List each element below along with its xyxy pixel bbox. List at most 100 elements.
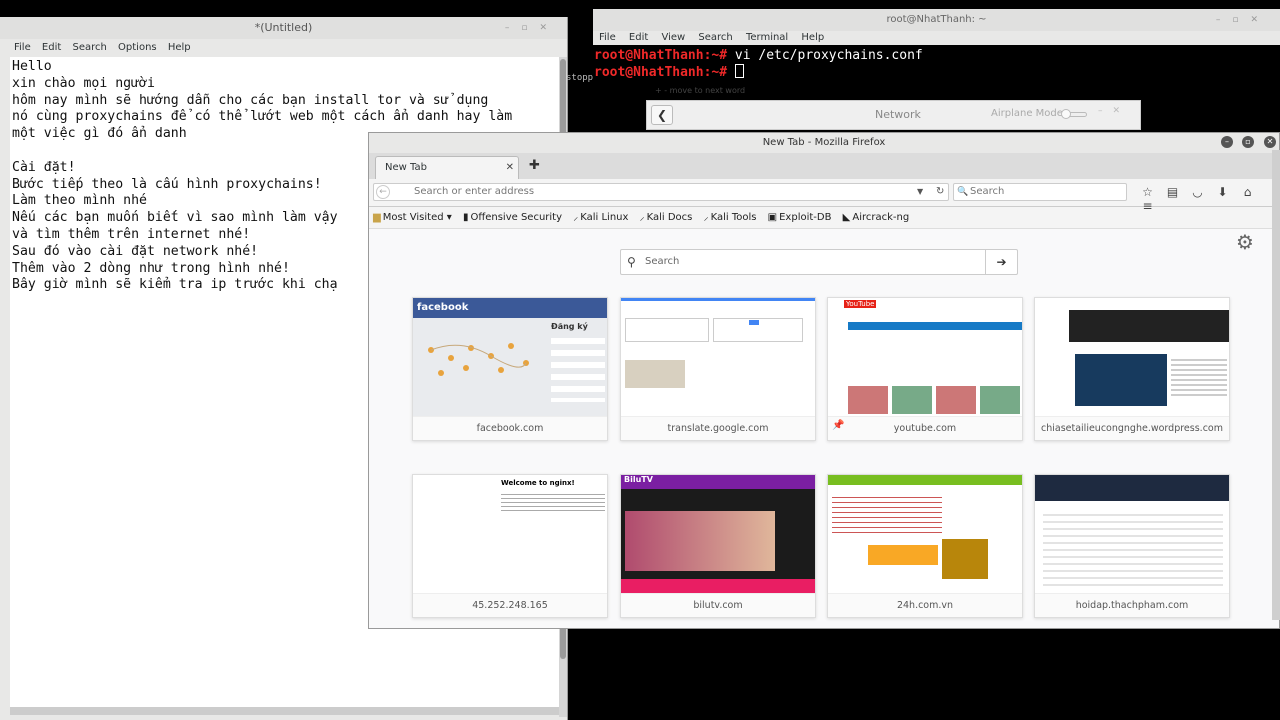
terminal-line: root@NhatThanh:~# xyxy=(594,64,1280,81)
maximize-icon[interactable]: ▫ xyxy=(1242,136,1254,148)
firefox-window: New Tab - Mozilla Firefox – ▫ ✕ New Tab … xyxy=(368,132,1280,629)
pocket-icon[interactable]: ◡ xyxy=(1185,185,1210,199)
tile-label: 45.252.248.165 xyxy=(413,593,607,617)
top-site-tile[interactable]: YouTube youtube.com 📌 xyxy=(827,297,1023,441)
window-controls[interactable]: –✕ xyxy=(1098,106,1130,116)
pencil-image xyxy=(625,360,685,388)
search-icon: 🔍 xyxy=(957,187,969,197)
weather-banner xyxy=(868,545,938,565)
minimize-icon[interactable]: – xyxy=(1221,136,1233,148)
newtab-search-input[interactable]: ⚲ Search ➔ xyxy=(620,249,1018,275)
article-image xyxy=(1075,354,1167,406)
code-banner xyxy=(1069,310,1229,342)
menu-terminal[interactable]: Terminal xyxy=(746,32,788,43)
site-thumbnail xyxy=(1035,475,1229,593)
editor-horizontal-scrollbar[interactable] xyxy=(10,707,559,715)
offsec-icon: ▮ xyxy=(462,212,469,223)
bookmark-kali-tools[interactable]: ⸝ Kali Tools xyxy=(704,212,757,223)
site-header-bar xyxy=(828,475,1022,485)
window-controls[interactable]: –▫✕ xyxy=(505,17,559,39)
bookmark-aircrack-ng[interactable]: ◣ Aircrack-ng xyxy=(843,212,910,223)
kali-icon: ⸝ xyxy=(703,212,709,223)
world-map-graphic xyxy=(428,343,529,376)
site-thumbnail: facebook Đăng ký xyxy=(413,298,607,416)
terminal-titlebar[interactable]: root@NhatThanh: ~ –▫✕ xyxy=(593,9,1280,31)
menu-search[interactable]: Search xyxy=(698,32,732,43)
toolbar-icons: ☆ ▤ ◡ ⬇ ⌂ ≡ xyxy=(1135,185,1279,213)
tab-new-tab[interactable]: New Tab ✕ xyxy=(375,156,519,179)
youtube-logo: YouTube xyxy=(844,300,877,308)
menu-search[interactable]: Search xyxy=(72,42,106,53)
window-controls[interactable]: –▫✕ xyxy=(1216,9,1270,31)
new-tab-button[interactable]: ✚ xyxy=(529,158,540,173)
tile-label: youtube.com xyxy=(828,416,1022,440)
close-icon[interactable]: ✕ xyxy=(1264,136,1276,148)
bookmark-exploit-db[interactable]: ▣ Exploit-DB xyxy=(768,212,832,223)
newtab-search-placeholder: Search xyxy=(645,256,680,267)
top-site-tile[interactable]: translate.google.com xyxy=(620,297,816,441)
top-site-tile[interactable]: BiluTV bilutv.com xyxy=(620,474,816,618)
top-site-tile[interactable]: facebook Đăng ký facebook.com xyxy=(412,297,608,441)
terminal-output[interactable]: root@NhatThanh:~# vi /etc/proxychains.co… xyxy=(593,45,1280,81)
site-header-bar xyxy=(1035,475,1229,501)
top-site-tile[interactable]: chiasetailieucongnghe.wordpress.com xyxy=(1034,297,1230,441)
editor-line: nó cùng proxychains để có thể lướt web m… xyxy=(12,109,513,125)
close-tab-icon[interactable]: ✕ xyxy=(506,157,514,178)
tile-label: bilutv.com xyxy=(621,593,815,617)
network-settings-window: ❮ Network Airplane Mode –✕ xyxy=(646,100,1141,130)
url-placeholder: Search or enter address xyxy=(414,186,535,197)
menu-edit[interactable]: Edit xyxy=(629,32,648,43)
home-icon[interactable]: ⌂ xyxy=(1235,185,1260,199)
editor-menubar: File Edit Search Options Help xyxy=(0,39,567,57)
aircrack-icon: ◣ xyxy=(842,212,851,223)
facebook-signup-heading: Đăng ký xyxy=(551,322,588,331)
source-textbox xyxy=(625,318,709,342)
top-site-tile[interactable]: hoidap.thachpham.com xyxy=(1034,474,1230,618)
bookmark-kali-linux[interactable]: ⸝ Kali Linux xyxy=(573,212,628,223)
bookmark-kali-docs[interactable]: ⸝ Kali Docs xyxy=(640,212,693,223)
tile-label: translate.google.com xyxy=(621,416,815,440)
menu-options[interactable]: Options xyxy=(118,42,157,53)
tile-label: 24h.com.vn xyxy=(828,593,1022,617)
signup-form xyxy=(551,338,605,402)
bilutv-logo: BiluTV xyxy=(621,475,815,489)
shell-prompt: root@NhatThanh:~# xyxy=(594,48,728,63)
back-button[interactable]: ❮ xyxy=(651,105,673,125)
tile-label: chiasetailieucongnghe.wordpress.com xyxy=(1035,416,1229,440)
terminal-scrollbar[interactable] xyxy=(1272,150,1280,620)
bookmark-label: Aircrack-ng xyxy=(852,212,910,223)
terminal-menubar: File Edit View Search Terminal Help xyxy=(593,31,1280,45)
menu-edit[interactable]: Edit xyxy=(42,42,61,53)
bookmark-most-visited[interactable]: ▆ Most Visited ▾ xyxy=(373,212,452,223)
reading-list-icon[interactable]: ▤ xyxy=(1160,185,1185,199)
bookmark-label: Offensive Security xyxy=(470,212,563,223)
navigation-toolbar: ← Search or enter address ▼ ↻ 🔍 Search ☆… xyxy=(369,179,1279,213)
history-dropdown-icon[interactable]: ▼ xyxy=(917,184,923,200)
menu-icon[interactable]: ≡ xyxy=(1135,199,1160,213)
search-go-arrow-icon[interactable]: ➔ xyxy=(985,250,1017,274)
top-site-tile[interactable]: 24h.com.vn xyxy=(827,474,1023,618)
menu-view[interactable]: View xyxy=(661,32,685,43)
video-thumbnails xyxy=(848,386,1022,414)
top-site-tile[interactable]: Welcome to nginx! 45.252.248.165 xyxy=(412,474,608,618)
downloads-icon[interactable]: ⬇ xyxy=(1210,185,1235,199)
menu-file[interactable]: File xyxy=(599,32,616,43)
menu-help[interactable]: Help xyxy=(801,32,824,43)
site-thumbnail: BiluTV xyxy=(621,475,815,593)
pin-icon[interactable]: 📌 xyxy=(832,420,844,431)
menu-help[interactable]: Help xyxy=(168,42,191,53)
settings-gear-icon[interactable]: ⚙ xyxy=(1236,230,1254,254)
back-icon[interactable]: ← xyxy=(376,185,390,199)
toggle-knob[interactable] xyxy=(1061,109,1071,119)
editor-titlebar[interactable]: *(Untitled) –▫✕ xyxy=(0,17,567,39)
url-bar[interactable]: ← Search or enter address ▼ ↻ xyxy=(373,183,949,201)
menu-file[interactable]: File xyxy=(14,42,31,53)
site-thumbnail: YouTube xyxy=(828,298,1022,416)
bookmark-star-icon[interactable]: ☆ xyxy=(1135,185,1160,199)
search-bar[interactable]: 🔍 Search xyxy=(953,183,1127,201)
tab-label: New Tab xyxy=(385,162,427,173)
gold-image xyxy=(942,539,988,579)
reload-icon[interactable]: ↻ xyxy=(936,184,944,200)
firefox-titlebar[interactable]: New Tab - Mozilla Firefox – ▫ ✕ xyxy=(369,133,1279,153)
bookmark-offensive-security[interactable]: ▮ Offensive Security xyxy=(463,212,562,223)
